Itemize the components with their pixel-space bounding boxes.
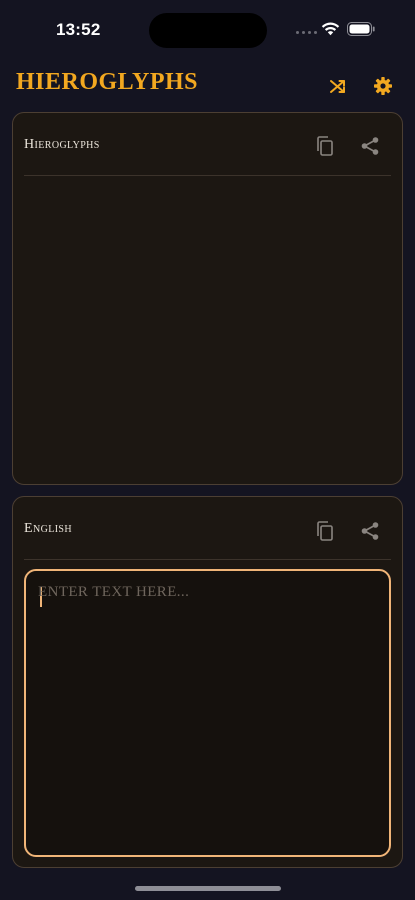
hieroglyphs-panel-label: Hieroglyphs — [24, 137, 100, 152]
wifi-icon — [321, 22, 340, 36]
app-screen: 13:52 Hieroglyphs — [0, 0, 415, 900]
share-icon — [361, 137, 379, 155]
english-share-button[interactable] — [359, 520, 381, 542]
status-time: 13:52 — [56, 20, 101, 39]
english-input-box[interactable] — [24, 569, 391, 857]
copy-icon — [317, 521, 333, 541]
hieroglyphs-share-button[interactable] — [359, 135, 381, 157]
hieroglyphs-output — [24, 183, 391, 474]
english-panel: English — [12, 496, 403, 868]
panel-divider — [24, 175, 391, 176]
english-text-input[interactable] — [38, 584, 377, 843]
gear-icon — [374, 77, 392, 95]
hieroglyphs-panel: Hieroglyphs — [12, 112, 403, 485]
app-title: Hieroglyphs — [16, 69, 198, 95]
signal-dots-icon — [296, 31, 318, 35]
settings-button[interactable] — [372, 75, 394, 97]
shuffle-button[interactable] — [327, 75, 349, 97]
english-copy-button[interactable] — [314, 520, 336, 542]
home-indicator[interactable] — [135, 886, 281, 891]
status-bar: 13:52 — [0, 0, 415, 60]
copy-icon — [317, 136, 333, 156]
battery-icon — [347, 22, 375, 36]
hieroglyphs-copy-button[interactable] — [314, 135, 336, 157]
share-icon — [361, 522, 379, 540]
dynamic-island — [149, 13, 267, 48]
panel-divider — [24, 559, 391, 560]
shuffle-icon — [330, 80, 345, 93]
english-panel-label: English — [24, 521, 73, 536]
